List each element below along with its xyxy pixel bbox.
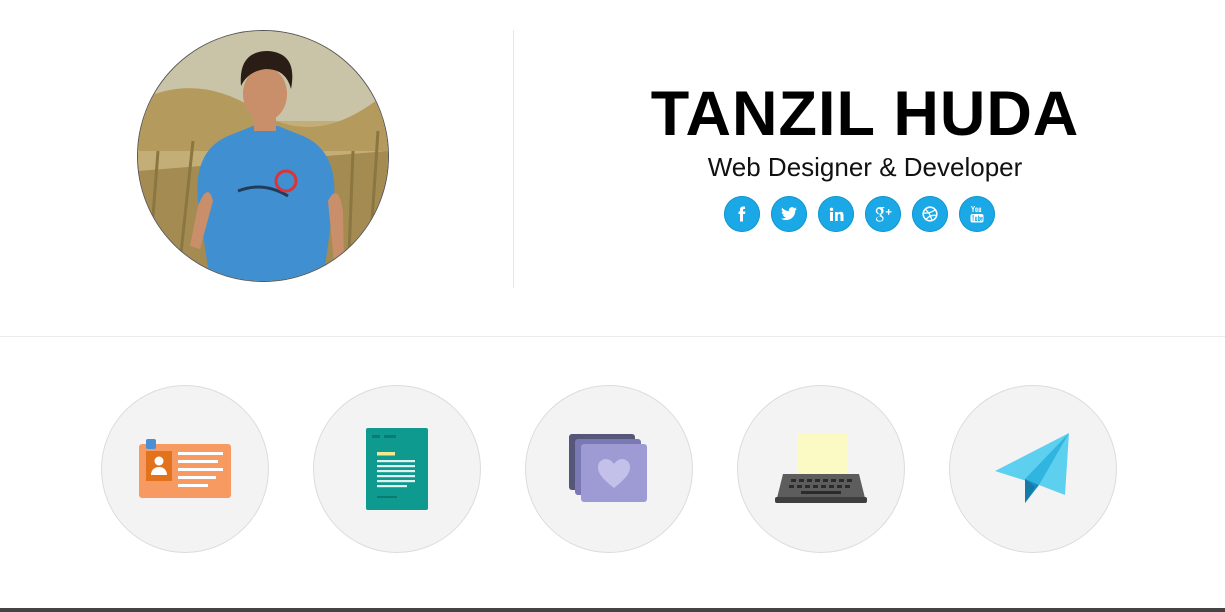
profile-name: TANZIL HUDA bbox=[650, 79, 1080, 149]
dribbble-icon bbox=[922, 206, 938, 222]
youtube-link[interactable] bbox=[959, 196, 995, 232]
section-divider bbox=[0, 336, 1225, 337]
twitter-icon bbox=[781, 207, 797, 221]
menu-about[interactable] bbox=[101, 385, 269, 553]
profile-photo bbox=[137, 30, 389, 282]
youtube-icon bbox=[970, 206, 984, 223]
portfolio-heart-icon bbox=[569, 434, 647, 502]
menu-portfolio[interactable] bbox=[525, 385, 693, 553]
google-plus-icon bbox=[875, 207, 892, 222]
social-links bbox=[724, 196, 995, 232]
menu-contact[interactable] bbox=[949, 385, 1117, 553]
vertical-divider bbox=[513, 30, 514, 288]
id-card-icon bbox=[139, 439, 231, 498]
bottom-border bbox=[0, 608, 1225, 612]
menu-blog[interactable] bbox=[737, 385, 905, 553]
main-menu bbox=[101, 385, 1117, 553]
twitter-link[interactable] bbox=[771, 196, 807, 232]
dribbble-link[interactable] bbox=[912, 196, 948, 232]
facebook-icon bbox=[738, 206, 746, 222]
google-plus-link[interactable] bbox=[865, 196, 901, 232]
menu-resume[interactable] bbox=[313, 385, 481, 553]
profile-header: TANZIL HUDA Web Designer & Developer bbox=[0, 0, 1225, 336]
typewriter-icon bbox=[775, 434, 867, 503]
document-icon bbox=[366, 428, 428, 510]
facebook-link[interactable] bbox=[724, 196, 760, 232]
linkedin-icon bbox=[829, 207, 843, 221]
paper-plane-icon bbox=[995, 433, 1069, 503]
profile-tagline: Web Designer & Developer bbox=[707, 152, 1023, 182]
linkedin-link[interactable] bbox=[818, 196, 854, 232]
